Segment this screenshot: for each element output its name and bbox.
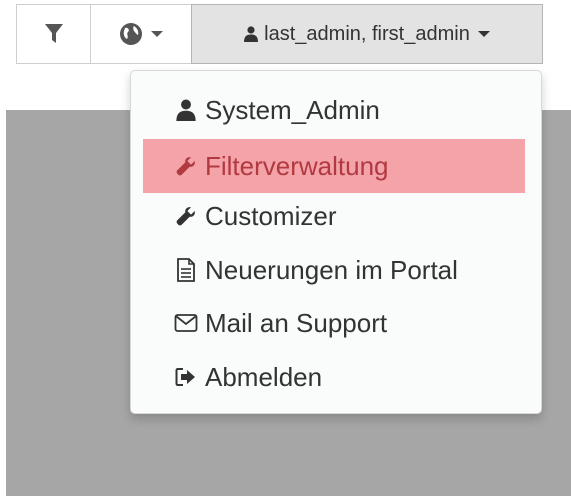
menu-item-label: Neuerungen im Portal: [205, 254, 458, 285]
user-icon: [244, 26, 259, 42]
chevron-down-icon: [151, 31, 163, 37]
language-dropdown-button[interactable]: [90, 4, 192, 64]
menu-item-neuerungen[interactable]: Neuerungen im Portal: [143, 243, 525, 297]
top-toolbar: last_admin, first_admin: [16, 4, 543, 64]
user-dropdown-menu: System_Admin Filterverwaltung Customizer: [130, 70, 542, 414]
wrench-icon: [173, 205, 199, 227]
filter-button[interactable]: [16, 4, 91, 64]
menu-item-label: Mail an Support: [205, 307, 388, 338]
user-icon: [173, 99, 199, 121]
wrench-icon: [173, 155, 199, 177]
menu-item-label: Abmelden: [205, 361, 323, 392]
document-icon: [173, 258, 199, 282]
menu-item-filterverwaltung[interactable]: Filterverwaltung: [143, 139, 525, 193]
envelope-icon: [173, 313, 199, 333]
sign-out-icon: [173, 367, 199, 387]
menu-item-customizer[interactable]: Customizer: [143, 189, 525, 243]
menu-item-label: Filterverwaltung: [205, 150, 389, 181]
menu-item-label: Customizer: [205, 200, 337, 231]
menu-item-abmelden[interactable]: Abmelden: [143, 350, 525, 404]
chevron-down-icon: [477, 31, 490, 37]
user-menu-label: last_admin, first_admin: [264, 22, 470, 45]
app-screen: last_admin, first_admin System_Admin Fil…: [0, 0, 571, 496]
menu-item-system-admin[interactable]: System_Admin: [143, 83, 525, 137]
globe-icon: [120, 23, 142, 45]
user-menu-button[interactable]: last_admin, first_admin: [191, 4, 543, 64]
filter-icon: [44, 24, 63, 43]
menu-item-mail-support[interactable]: Mail an Support: [143, 296, 525, 350]
menu-item-label: System_Admin: [205, 94, 380, 125]
